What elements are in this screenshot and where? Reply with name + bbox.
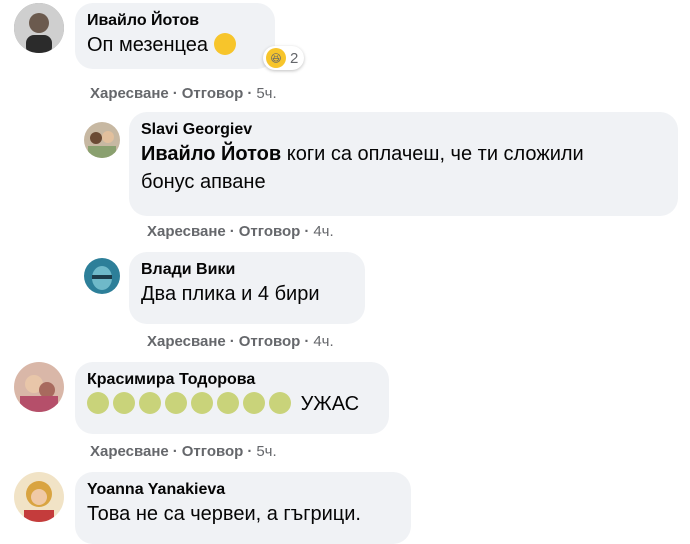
- vomiting-emoji-icon: [269, 392, 291, 414]
- comment-bubble: Влади Вики Два плика и 4 бири: [129, 252, 365, 324]
- comment-bubble: Yoanna Yanakieva Това не са червеи, а гъ…: [75, 472, 411, 544]
- like-button[interactable]: Харесване: [147, 333, 226, 350]
- like-button[interactable]: Харесване: [147, 223, 226, 240]
- reaction-summary[interactable]: 😆 2: [263, 46, 305, 70]
- comment-body: коги са оплачеш, че ти сложили: [281, 143, 584, 165]
- comment-author[interactable]: Yoanna Yanakieva: [87, 480, 399, 500]
- reply-button[interactable]: Отговор: [239, 223, 301, 240]
- avatar[interactable]: [14, 3, 64, 53]
- avatar[interactable]: [84, 258, 120, 294]
- comment-actions: Харесване · Отговор · 4ч.: [147, 223, 334, 240]
- reply-button[interactable]: Отговор: [182, 85, 244, 102]
- comment-text: Оп мезенцеа: [87, 31, 263, 59]
- vomiting-emoji-icon: [243, 392, 265, 414]
- comment-text: УЖАС: [87, 390, 377, 418]
- comment-body: Оп мезенцеа: [87, 34, 208, 56]
- like-button[interactable]: Харесване: [90, 85, 169, 102]
- comment-bubble: Slavi Georgiev Ивайло Йотов коги са опла…: [129, 112, 678, 216]
- comment-text: Два плика и 4 бири: [141, 283, 320, 305]
- vomiting-emoji-icon: [139, 392, 161, 414]
- comment-text-line2: бонус апване: [141, 171, 266, 193]
- vomiting-emoji-icon: [191, 392, 213, 414]
- avatar[interactable]: [14, 472, 64, 522]
- vomiting-emoji-icon: [217, 392, 239, 414]
- comment-body: УЖАС: [300, 393, 360, 415]
- vomiting-emoji-icon: [87, 392, 109, 414]
- comment-text: Ивайло Йотов коги са оплачеш, че ти слож…: [141, 140, 666, 168]
- comment-actions: Харесване · Отговор · 5ч.: [90, 85, 277, 102]
- laughing-emoji-icon: 😆: [266, 48, 286, 68]
- vomiting-emoji-icon: [113, 392, 135, 414]
- grinning-emoji-icon: [213, 33, 236, 55]
- vomiting-emoji-icon: [165, 392, 187, 414]
- comment-bubble: Ивайло Йотов Оп мезенцеа: [75, 3, 275, 69]
- comment-author[interactable]: Slavi Georgiev: [141, 120, 666, 140]
- timestamp[interactable]: 5ч.: [256, 85, 276, 102]
- comment-bubble: Красимира Тодорова УЖАС: [75, 362, 389, 434]
- reaction-count: 2: [290, 49, 299, 67]
- comment-author[interactable]: Красимира Тодорова: [87, 370, 377, 390]
- comment-actions: Харесване · Отговор · 5ч.: [90, 443, 277, 460]
- reply-button[interactable]: Отговор: [182, 443, 244, 460]
- timestamp[interactable]: 4ч.: [313, 333, 333, 350]
- like-button[interactable]: Харесване: [90, 443, 169, 460]
- reply-button[interactable]: Отговор: [239, 333, 301, 350]
- timestamp[interactable]: 5ч.: [256, 443, 276, 460]
- comment-author[interactable]: Ивайло Йотов: [87, 11, 263, 31]
- avatar[interactable]: [84, 122, 120, 158]
- avatar[interactable]: [14, 362, 64, 412]
- timestamp[interactable]: 4ч.: [313, 223, 333, 240]
- comment-actions: Харесване · Отговор · 4ч.: [147, 333, 334, 350]
- mention-link[interactable]: Ивайло Йотов: [141, 143, 281, 165]
- comment-author[interactable]: Влади Вики: [141, 260, 353, 280]
- comment-text: Това не са червеи, а гъгрици.: [87, 503, 361, 525]
